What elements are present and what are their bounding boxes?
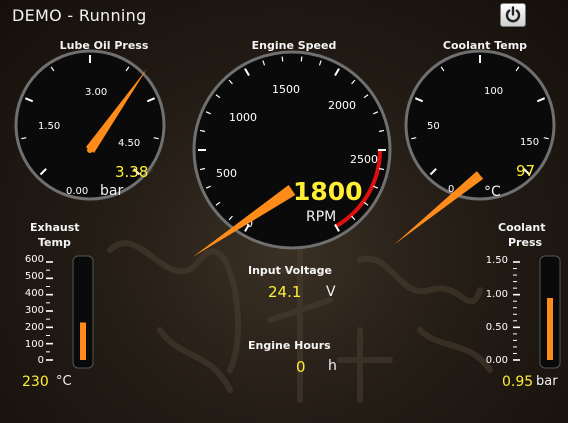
engine-monitor-screen: DEMO - Running Lube Oil Press Engine Spe…	[0, 0, 568, 423]
engine-hours-label: Engine Hours	[248, 339, 331, 352]
coolant-press-unit: bar	[536, 374, 558, 389]
coolant-press-tick-label: 1.00	[485, 289, 508, 300]
engine-hours-value: 0	[296, 358, 306, 376]
engine-hours-unit: h	[328, 358, 337, 374]
input-voltage-label: Input Voltage	[248, 264, 332, 277]
coolant-press-value: 0.95	[502, 374, 534, 390]
coolant-press-ticks	[513, 261, 520, 361]
coolant-press-tick-label: 1.50	[485, 255, 508, 266]
input-voltage-unit: V	[326, 284, 336, 300]
coolant-press-tick-label: 0.50	[485, 322, 508, 333]
coolant-press-tick-label: 0.00	[485, 355, 508, 366]
input-voltage-value: 24.1	[268, 283, 302, 301]
coolant-press-bar-fill	[547, 297, 553, 360]
